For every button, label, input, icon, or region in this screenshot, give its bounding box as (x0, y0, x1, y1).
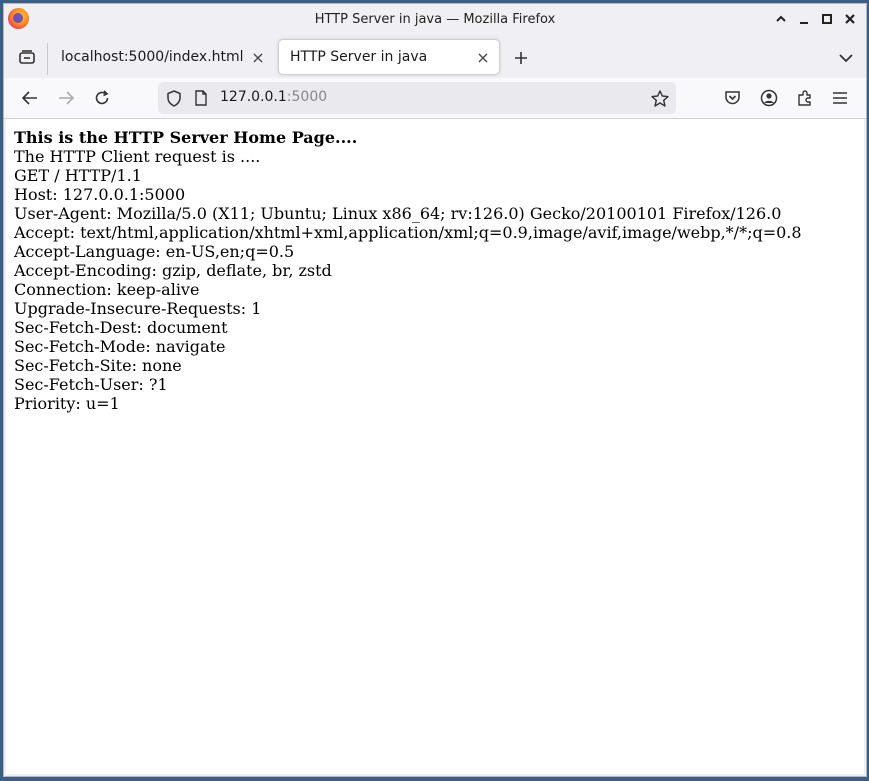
response-line: Upgrade-Insecure-Requests: 1 (14, 299, 262, 318)
close-tab-icon[interactable]: × (471, 48, 495, 67)
chevron-down-icon (839, 54, 853, 63)
tab-label: localhost:5000/index.html (61, 49, 244, 65)
tab-http-server[interactable]: HTTP Server in java × (278, 39, 500, 75)
response-line: Sec-Fetch-User: ?1 (14, 375, 168, 394)
back-button[interactable] (16, 84, 44, 112)
close-window-button[interactable] (839, 9, 860, 29)
page-heading: This is the HTTP Server Home Page.... (14, 128, 358, 147)
collapse-icon[interactable] (770, 9, 791, 29)
url-text[interactable]: 127.0.0.1:5000 (220, 89, 327, 105)
new-tab-button[interactable] (510, 44, 532, 72)
window-controls (770, 9, 860, 29)
firefox-logo-icon (8, 8, 29, 29)
url-port: :5000 (286, 89, 328, 105)
pocket-button[interactable] (718, 84, 746, 112)
response-line: Accept-Language: en-US,en;q=0.5 (14, 242, 295, 261)
browser-window: HTTP Server in java — Mozilla Firefox lo… (3, 3, 867, 777)
tab-localhost-index[interactable]: localhost:5000/index.html × (50, 39, 274, 75)
list-all-tabs-button[interactable] (834, 44, 858, 72)
title-bar: HTTP Server in java — Mozilla Firefox (4, 4, 866, 34)
forward-button[interactable] (52, 84, 80, 112)
page-icon[interactable] (190, 87, 212, 109)
response-line: Connection: keep-alive (14, 280, 200, 299)
puzzle-icon (798, 90, 811, 106)
hamburger-menu-icon (833, 92, 847, 104)
reload-button[interactable] (88, 84, 116, 112)
response-line: Sec-Fetch-Mode: navigate (14, 337, 226, 356)
tab-list-icon (19, 50, 35, 64)
account-icon (760, 89, 778, 107)
page-content: This is the HTTP Server Home Page.... Th… (6, 119, 864, 774)
minimize-button[interactable] (793, 9, 814, 29)
back-arrow-icon (22, 91, 37, 105)
firefox-view-button[interactable] (12, 42, 42, 72)
shield-icon[interactable] (163, 87, 185, 109)
maximize-button[interactable] (816, 9, 837, 29)
plus-icon (515, 52, 527, 64)
navigation-toolbar: 127.0.0.1:5000 (4, 78, 866, 119)
response-line: GET / HTTP/1.1 (14, 166, 142, 185)
tab-separator (47, 43, 48, 75)
tab-bar: localhost:5000/index.html × HTTP Server … (4, 34, 866, 78)
bookmark-star-icon[interactable] (649, 87, 671, 109)
url-bar[interactable]: 127.0.0.1:5000 (158, 82, 676, 114)
response-line: User-Agent: Mozilla/5.0 (X11; Ubuntu; Li… (14, 204, 782, 223)
reload-icon (95, 90, 109, 105)
extensions-button[interactable] (791, 84, 819, 112)
window-title: HTTP Server in java — Mozilla Firefox (314, 11, 556, 27)
account-button[interactable] (755, 84, 783, 112)
response-line: Accept-Encoding: gzip, deflate, br, zstd (14, 261, 332, 280)
response-line: Priority: u=1 (14, 394, 120, 413)
forward-arrow-icon (59, 91, 74, 105)
pocket-icon (724, 91, 740, 105)
response-line: Accept: text/html,application/xhtml+xml,… (14, 223, 802, 242)
tab-label: HTTP Server in java (290, 49, 428, 65)
response-line: Host: 127.0.0.1:5000 (14, 185, 186, 204)
response-line: The HTTP Client request is .... (14, 147, 261, 166)
url-host: 127.0.0.1 (220, 89, 287, 105)
response-line: Sec-Fetch-Dest: document (14, 318, 228, 337)
response-line: Sec-Fetch-Site: none (14, 356, 182, 375)
close-tab-icon[interactable]: × (246, 48, 270, 67)
app-menu-button[interactable] (826, 84, 854, 112)
